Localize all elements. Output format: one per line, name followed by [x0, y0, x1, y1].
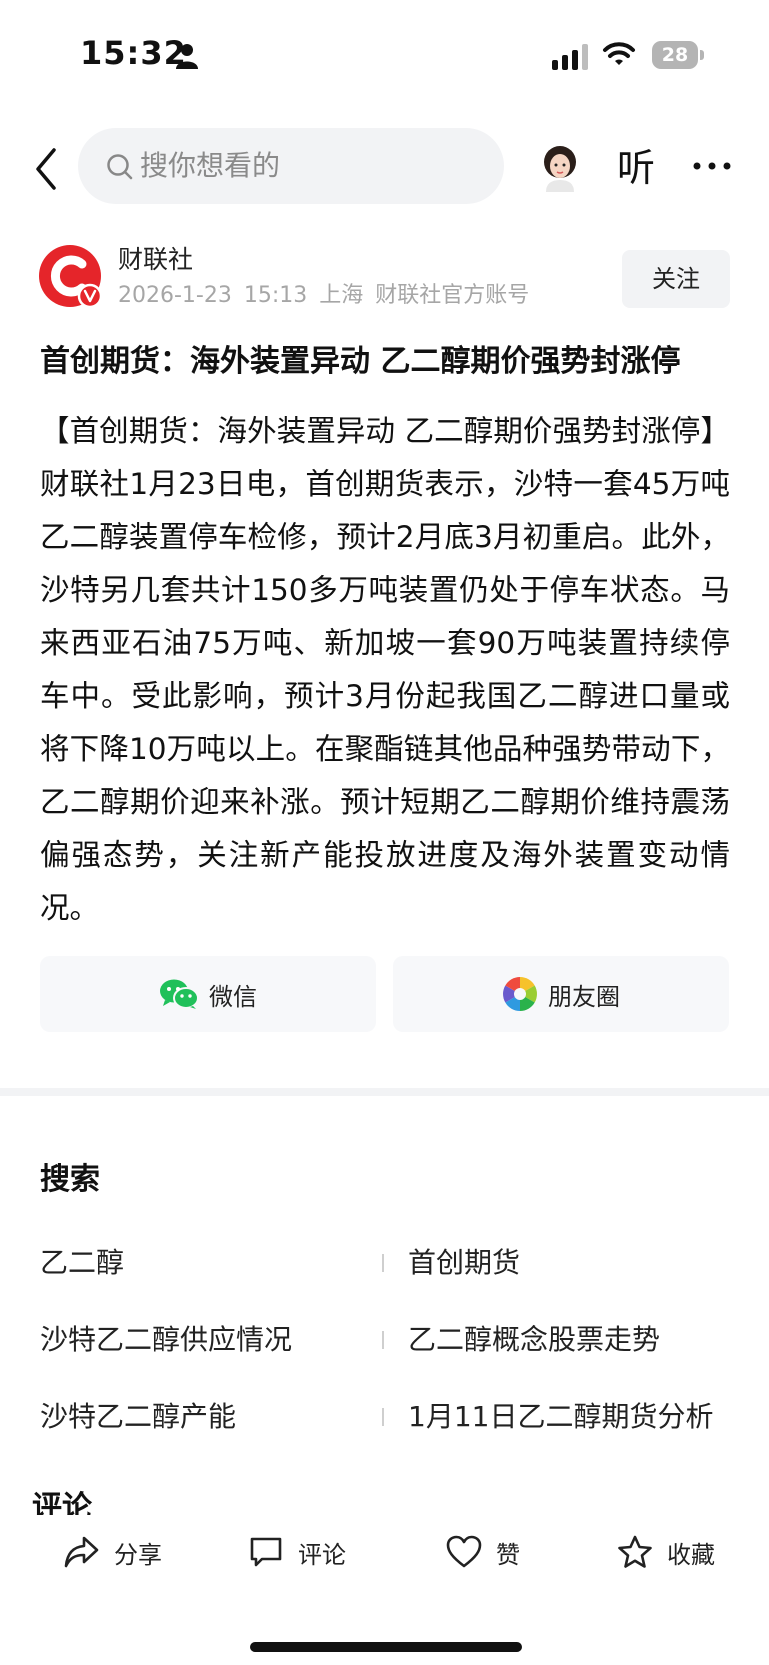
search-keyword[interactable]: 乙二醇概念股票走势 — [408, 1320, 660, 1360]
publish-time: 15:13 — [243, 283, 308, 308]
article-body: 【首创期货：海外装置异动 乙二醇期价强势封涨停】财联社1月23日电，首创期货表示… — [40, 414, 730, 925]
search-section-title: 搜索 — [40, 1162, 100, 1197]
moments-icon — [503, 977, 537, 1011]
cls-logo[interactable] — [38, 244, 102, 308]
share-wechat-button[interactable]: 微信 — [40, 956, 376, 1032]
favorite-action-label: 收藏 — [667, 1540, 715, 1569]
share-icon — [64, 1536, 99, 1568]
author-meta: 2026-1-23 15:13 上海 财联社官方账号 — [118, 281, 541, 311]
search-keyword[interactable]: 1月11日乙二醇期货分析 — [408, 1397, 713, 1437]
like-action[interactable]: 赞 — [446, 1530, 520, 1574]
like-action-label: 赞 — [496, 1540, 520, 1569]
comment-action-label: 评论 — [298, 1540, 346, 1569]
comment-action[interactable]: 评论 — [248, 1530, 346, 1574]
heart-icon — [446, 1535, 482, 1568]
wifi-icon — [603, 42, 635, 65]
follow-button[interactable]: 关注 — [622, 250, 730, 308]
search-keyword[interactable]: 沙特乙二醇产能 — [40, 1397, 236, 1437]
favorite-action[interactable]: 收藏 — [617, 1530, 715, 1574]
search-keyword[interactable]: 沙特乙二醇供应情况 — [40, 1320, 292, 1360]
search-placeholder: 搜你想看的 — [140, 149, 281, 182]
section-divider — [0, 1088, 769, 1096]
keyword-separator — [382, 1331, 384, 1349]
more-icon[interactable] — [692, 160, 732, 172]
keyword-separator — [382, 1408, 384, 1426]
person-icon — [176, 44, 198, 69]
author-name[interactable]: 财联社 — [118, 244, 193, 276]
share-action[interactable]: 分享 — [64, 1530, 162, 1574]
listen-button[interactable]: 听 — [617, 144, 655, 192]
comment-icon — [250, 1537, 282, 1567]
wechat-icon — [160, 979, 199, 1009]
status-time: 15:32 — [80, 34, 187, 72]
keyword-separator — [382, 1254, 384, 1272]
star-icon — [618, 1535, 652, 1568]
share-moments-button[interactable]: 朋友圈 — [393, 956, 729, 1032]
publish-date: 2026-1-23 — [118, 283, 232, 308]
publish-location: 上海 — [319, 283, 364, 308]
home-indicator — [250, 1642, 522, 1652]
search-icon — [107, 154, 133, 180]
share-wechat-label: 微信 — [209, 982, 257, 1011]
share-moments-label: 朋友圈 — [548, 982, 620, 1011]
search-input[interactable]: 搜你想看的 — [78, 128, 504, 204]
share-action-label: 分享 — [114, 1540, 162, 1569]
search-keyword[interactable]: 首创期货 — [408, 1243, 520, 1283]
account-type: 财联社官方账号 — [375, 283, 530, 308]
back-button[interactable] — [30, 146, 64, 192]
article-title: 首创期货：海外装置异动 乙二醇期价强势封涨停 — [40, 344, 681, 379]
search-keyword[interactable]: 乙二醇 — [40, 1243, 124, 1283]
assistant-avatar[interactable] — [536, 140, 584, 192]
signal-icon — [552, 44, 588, 70]
battery-level-text: 28 — [661, 44, 689, 66]
battery-indicator: 28 — [652, 41, 704, 71]
